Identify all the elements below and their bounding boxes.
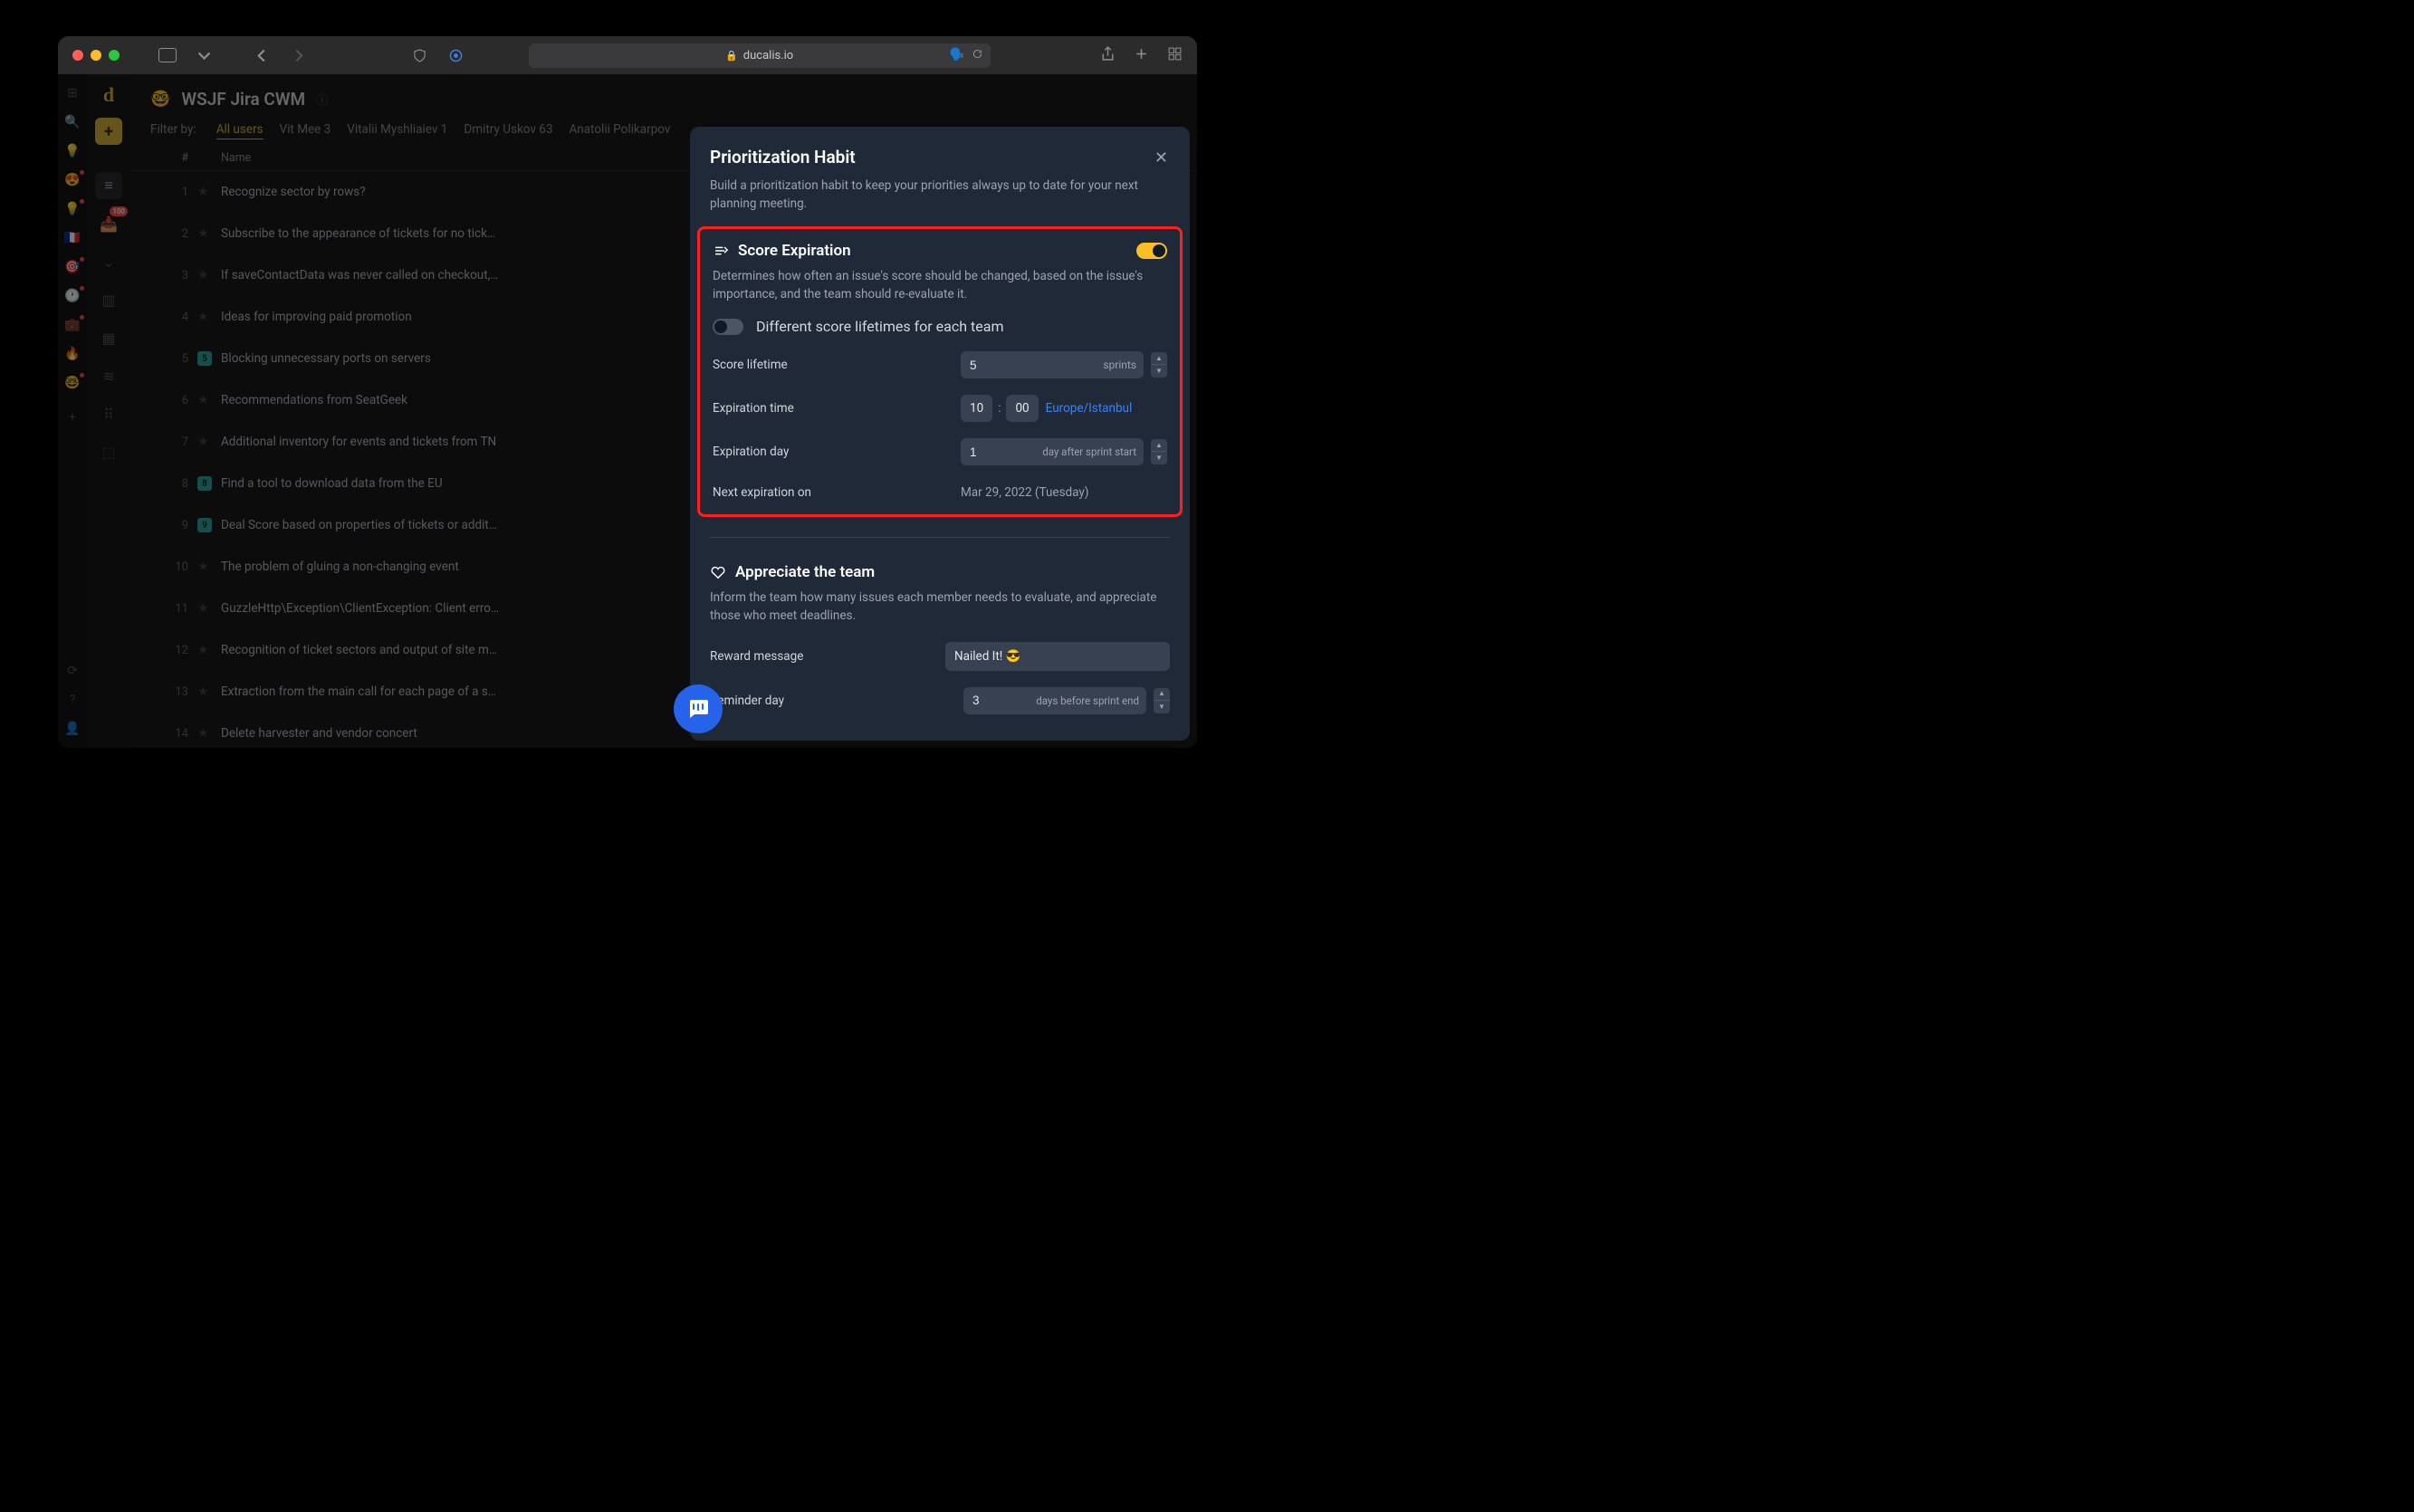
rail-chevron-down-icon[interactable]: ⌄ xyxy=(95,248,122,275)
appreciate-section: Appreciate the team Inform the team how … xyxy=(710,550,1170,714)
sync-icon[interactable]: ⟳ xyxy=(64,663,81,679)
fire-icon[interactable]: 🔥 xyxy=(64,346,81,362)
idea-icon[interactable]: 💡 xyxy=(64,143,81,159)
score-expiration-desc: Determines how often an issue's score sh… xyxy=(713,267,1167,304)
reload-icon[interactable] xyxy=(972,48,983,63)
reminder-day-unit: days before sprint end xyxy=(1027,694,1139,707)
close-icon[interactable]: ✕ xyxy=(1153,147,1170,169)
new-tab-icon[interactable] xyxy=(1134,46,1149,65)
browser-toolbar: 🔒 ducalis.io 🗣️ xyxy=(58,36,1197,74)
reward-message-label: Reward message xyxy=(710,649,803,664)
board-rail: d + ≡ 📥100 ⌄ ▥ ▦ ≋ ⠿ ⬚ xyxy=(87,74,130,748)
shield-icon[interactable] xyxy=(407,43,431,67)
rail-chart-icon[interactable]: ▥ xyxy=(95,286,122,313)
clock-icon[interactable]: 🕐 xyxy=(64,288,81,304)
url-host: ducalis.io xyxy=(743,49,793,62)
panel-subtitle: Build a prioritization habit to keep you… xyxy=(710,177,1170,214)
tab-dropdown[interactable] xyxy=(192,43,216,67)
stepper-down-icon: ▼ xyxy=(1151,452,1167,464)
stepper-down-icon: ▼ xyxy=(1151,365,1167,378)
info-icon[interactable]: ⓘ xyxy=(316,91,328,108)
translate-icon[interactable]: 🗣️ xyxy=(949,48,963,63)
filter-user[interactable]: Vitalii Myshliaiev 1 xyxy=(347,122,447,137)
expiration-time-label: Expiration time xyxy=(713,401,794,416)
expiration-hour-input[interactable]: 10 xyxy=(961,395,992,422)
rail-cube-icon[interactable]: ⬚ xyxy=(95,438,122,465)
inbox-badge: 100 xyxy=(110,206,128,216)
apps-icon[interactable]: ⊞ xyxy=(64,85,81,101)
bulb-icon[interactable]: 💡 xyxy=(64,201,81,217)
score-lifetime-stepper[interactable]: ▲▼ xyxy=(1151,352,1167,378)
panel-title: Prioritization Habit xyxy=(710,147,856,167)
filter-user[interactable]: Anatolii Polikarpov xyxy=(569,122,670,137)
browser-window: 🔒 ducalis.io 🗣️ ⊞ 🔍 💡 😍 💡 xyxy=(58,36,1197,748)
rail-inbox-icon[interactable]: 📥100 xyxy=(95,210,122,237)
rail-layers-icon[interactable]: ≋ xyxy=(95,362,122,389)
score-lifetime-unit: sprints xyxy=(1094,359,1136,371)
score-expiration-title: Score Expiration xyxy=(738,242,851,260)
address-bar[interactable]: 🔒 ducalis.io 🗣️ xyxy=(529,43,991,68)
score-expiration-section: Score Expiration Determines how often an… xyxy=(697,226,1183,518)
logo[interactable]: d xyxy=(103,83,114,107)
add-board-button[interactable]: + xyxy=(95,118,122,145)
rail-list-icon[interactable]: ≡ xyxy=(95,172,122,199)
forward-button[interactable] xyxy=(286,43,310,67)
add-icon[interactable]: + xyxy=(64,409,81,426)
board-title: WSJF Jira CWM xyxy=(181,89,305,110)
reward-message-input[interactable]: Nailed It! 😎 xyxy=(945,642,1170,671)
password-manager-icon[interactable] xyxy=(444,43,467,67)
emoji-heart-icon[interactable]: 😍 xyxy=(64,172,81,188)
expiration-day-label: Expiration day xyxy=(713,445,789,459)
sidebar-toggle-button[interactable] xyxy=(156,43,179,67)
face-icon[interactable]: 🤓 xyxy=(64,375,81,391)
score-expiration-toggle[interactable] xyxy=(1136,243,1167,259)
filter-user[interactable]: All users xyxy=(216,122,263,139)
expiration-minute-input[interactable]: 00 xyxy=(1006,395,1038,422)
expiration-day-unit: day after sprint start xyxy=(1033,445,1136,458)
col-num-header[interactable]: # xyxy=(150,151,197,165)
tabs-overview-icon[interactable] xyxy=(1167,46,1183,65)
avatar[interactable]: 👤 xyxy=(64,721,81,737)
expiration-day-stepper[interactable]: ▲▼ xyxy=(1151,439,1167,464)
score-lifetime-input[interactable] xyxy=(968,358,997,373)
back-button[interactable] xyxy=(250,43,273,67)
share-icon[interactable] xyxy=(1100,46,1116,65)
different-lifetimes-label: Different score lifetimes for each team xyxy=(756,318,1003,335)
stepper-up-icon: ▲ xyxy=(1151,352,1167,365)
left-rail: ⊞ 🔍 💡 😍 💡 🇫🇷 🎯 🕐 💼 🔥 🤓 + ⟳ ? 👤 xyxy=(58,74,87,748)
timezone-link[interactable]: Europe/Istanbul xyxy=(1046,401,1133,416)
stepper-up-icon: ▲ xyxy=(1151,439,1167,452)
different-lifetimes-toggle[interactable] xyxy=(713,319,743,335)
window-maximize[interactable] xyxy=(109,50,120,61)
appreciate-desc: Inform the team how many issues each mem… xyxy=(710,589,1170,626)
reminder-day-input[interactable] xyxy=(971,693,1000,708)
filter-user[interactable]: Vit Mee 3 xyxy=(280,122,331,137)
rail-grid-icon[interactable]: ▦ xyxy=(95,324,122,351)
filter-user[interactable]: Dmitry Uskov 63 xyxy=(464,122,552,137)
score-lifetime-label: Score lifetime xyxy=(713,358,788,372)
lock-icon: 🔒 xyxy=(725,50,738,62)
board-emoji: 🤓 xyxy=(150,90,170,109)
window-close[interactable] xyxy=(72,50,83,61)
expiration-day-input[interactable] xyxy=(968,445,997,460)
heart-icon xyxy=(710,564,726,580)
next-expiration-label: Next expiration on xyxy=(713,485,811,500)
next-expiration-value: Mar 29, 2022 (Tuesday) xyxy=(961,485,1167,500)
reminder-day-stepper[interactable]: ▲▼ xyxy=(1154,688,1170,713)
settings-panel: Prioritization Habit ✕ Build a prioritiz… xyxy=(690,127,1190,741)
expiration-icon xyxy=(713,243,729,259)
search-icon[interactable]: 🔍 xyxy=(64,114,81,130)
stepper-up-icon: ▲ xyxy=(1154,688,1170,701)
target-icon[interactable]: 🎯 xyxy=(64,259,81,275)
rail-users-icon[interactable]: ⠿ xyxy=(95,400,122,427)
window-minimize[interactable] xyxy=(91,50,101,61)
filter-label: Filter by: xyxy=(150,122,196,137)
flag-icon[interactable]: 🇫🇷 xyxy=(64,230,81,246)
intercom-launcher[interactable] xyxy=(674,684,723,733)
help-icon[interactable]: ? xyxy=(64,692,81,708)
briefcase-icon[interactable]: 💼 xyxy=(64,317,81,333)
appreciate-title: Appreciate the team xyxy=(735,563,875,581)
stepper-down-icon: ▼ xyxy=(1154,701,1170,713)
